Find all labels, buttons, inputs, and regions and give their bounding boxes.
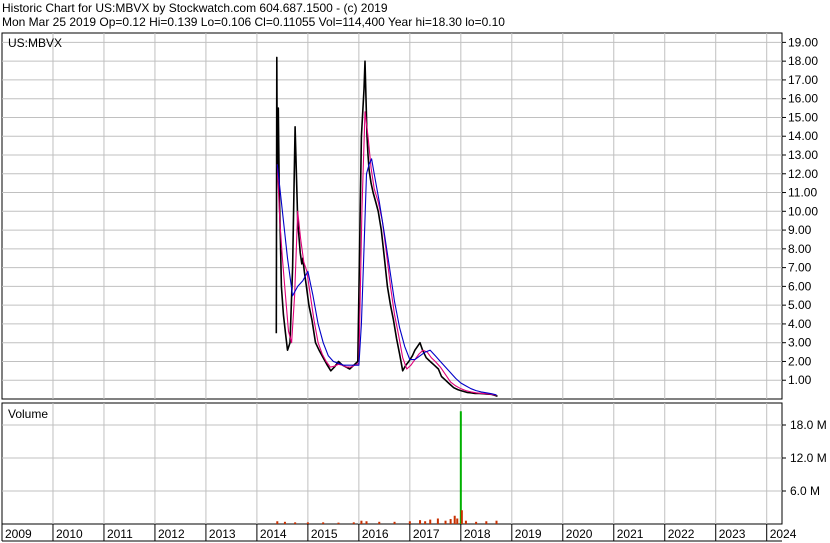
x-tick-label: 2024	[770, 527, 797, 541]
volume-y-tick-label: 6.0 M	[790, 484, 820, 498]
volume-bar	[408, 521, 411, 524]
price-panel-title: US:MBVX	[8, 36, 62, 50]
price-y-tick-label: 16.00	[788, 92, 818, 106]
volume-bar	[464, 520, 467, 524]
volume-bar	[360, 520, 363, 524]
price-y-tick-label: 10.00	[788, 204, 818, 218]
volume-bar	[485, 521, 488, 524]
volume-bar	[436, 518, 439, 524]
x-tick-label: 2009	[5, 527, 32, 541]
volume-bar	[283, 521, 286, 524]
price-y-tick-label: 12.00	[788, 167, 818, 181]
volume-bar	[393, 521, 396, 524]
x-tick-label: 2014	[260, 527, 287, 541]
x-tick-label: 2015	[311, 527, 338, 541]
price-y-tick-label: 7.00	[788, 261, 812, 275]
volume-bar	[276, 521, 279, 524]
x-tick-label: 2010	[56, 527, 83, 541]
volume-bar	[453, 515, 456, 524]
volume-bar	[294, 522, 297, 524]
volume-bar	[444, 520, 447, 524]
price-y-tick-label: 9.00	[788, 223, 812, 237]
x-tick-label: 2022	[668, 527, 695, 541]
volume-bar	[419, 520, 422, 524]
volume-bar	[475, 521, 478, 524]
price-y-tick-label: 3.00	[788, 336, 812, 350]
x-tick-label: 2013	[209, 527, 236, 541]
volume-bar	[337, 522, 340, 524]
x-tick-label: 2020	[566, 527, 593, 541]
volume-bar	[378, 521, 381, 524]
volume-bar	[460, 510, 463, 524]
price-y-tick-label: 19.00	[788, 35, 818, 49]
volume-axis: 6.0 M 12.0 M 18.0 M	[782, 418, 827, 498]
volume-bar	[424, 521, 427, 524]
historic-chart: 1.00 2.00 3.00 4.00 5.00 6.00 7.00 8.00 9.00 10.0…	[1, 32, 827, 542]
price-y-tick-label: 2.00	[788, 354, 812, 368]
x-tick-label: 2016	[362, 527, 389, 541]
volume-y-tick-label: 18.0 M	[790, 418, 827, 432]
price-y-tick-label: 15.00	[788, 110, 818, 124]
volume-bar	[495, 520, 498, 524]
volume-bar	[306, 522, 309, 524]
price-y-tick-label: 18.00	[788, 54, 818, 68]
volume-y-tick-label: 12.0 M	[790, 451, 827, 465]
x-tick-label: 2021	[617, 527, 644, 541]
price-y-tick-label: 1.00	[788, 373, 812, 387]
x-tick-label: 2012	[158, 527, 185, 541]
volume-bar	[429, 519, 432, 524]
volume-bar	[322, 522, 325, 524]
price-y-tick-label: 5.00	[788, 298, 812, 312]
price-y-tick-label: 13.00	[788, 148, 818, 162]
price-y-tick-label: 11.00	[788, 186, 817, 200]
price-y-tick-label: 6.00	[788, 279, 812, 293]
x-tick-label: 2019	[515, 527, 542, 541]
price-y-tick-label: 4.00	[788, 317, 812, 331]
volume-bar	[449, 519, 452, 524]
price-y-tick-label: 17.00	[788, 73, 818, 87]
volume-bar	[365, 521, 368, 524]
x-tick-label: 2011	[107, 527, 133, 541]
volume-bar	[352, 522, 355, 524]
x-tick-label: 2018	[464, 527, 491, 541]
price-y-tick-label: 14.00	[788, 129, 818, 143]
x-tick-label: 2023	[719, 527, 746, 541]
price-axis: 1.00 2.00 3.00 4.00 5.00 6.00 7.00 8.00 9.00 10.0…	[782, 35, 818, 387]
volume-panel-title: Volume	[8, 407, 48, 421]
volume-bar	[456, 518, 459, 524]
price-y-tick-label: 8.00	[788, 242, 812, 256]
x-axis: 2009 2010 2011 2012 2013 2014 2015 2016 2017 2018…	[1, 524, 797, 542]
volume-bar	[459, 411, 462, 524]
x-tick-label: 2017	[413, 527, 440, 541]
